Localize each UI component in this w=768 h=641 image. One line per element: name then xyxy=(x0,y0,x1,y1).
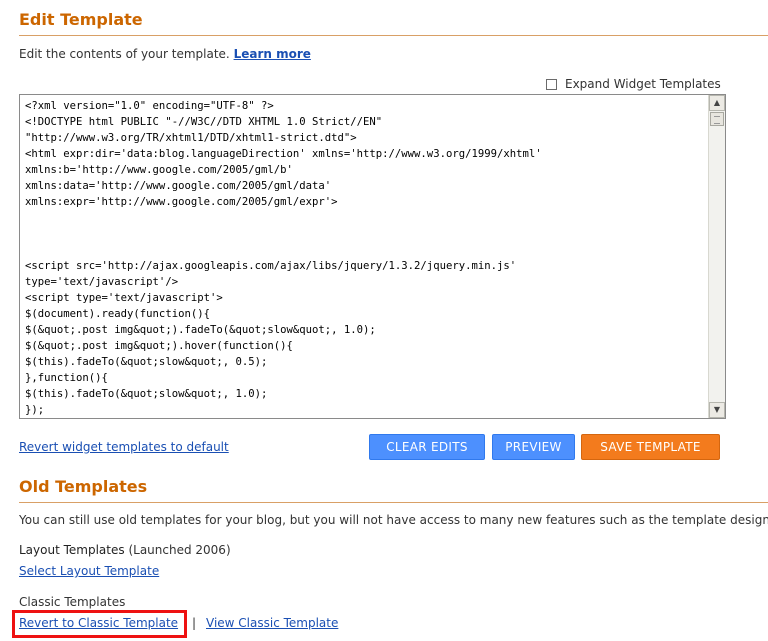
clear-edits-button[interactable]: CLEAR EDITS xyxy=(369,434,485,460)
expand-widget-templates-label: Expand Widget Templates xyxy=(565,77,721,91)
preview-button[interactable]: PREVIEW xyxy=(492,434,575,460)
revert-widget-templates-link[interactable]: Revert widget templates to default xyxy=(19,440,229,454)
scroll-up-icon[interactable]: ▲ xyxy=(709,95,725,111)
learn-more-link[interactable]: Learn more xyxy=(234,47,311,61)
scroll-down-icon[interactable]: ▼ xyxy=(709,402,725,418)
layout-templates-row: Layout Templates (Launched 2006) xyxy=(19,543,231,557)
old-templates-divider xyxy=(19,502,768,503)
edit-template-title: Edit Template xyxy=(19,10,143,29)
revert-widget-row: Revert widget templates to default xyxy=(19,440,229,454)
expand-widget-templates-row[interactable]: Expand Widget Templates xyxy=(546,76,721,92)
template-code-editor[interactable]: <?xml version="1.0" encoding="UTF-8" ?> … xyxy=(19,94,726,419)
revert-classic-row: Revert to Classic Template xyxy=(19,616,178,630)
layout-templates-label: Layout Templates xyxy=(19,543,125,557)
editor-scrollbar[interactable]: ▲ ▼ xyxy=(708,95,725,418)
revert-to-classic-template-link[interactable]: Revert to Classic Template xyxy=(19,616,178,630)
classic-templates-label: Classic Templates xyxy=(19,595,126,609)
link-separator: | xyxy=(192,616,197,630)
layout-templates-launched: (Launched 2006) xyxy=(128,543,231,557)
select-layout-row: Select Layout Template xyxy=(19,564,159,578)
save-template-button[interactable]: SAVE TEMPLATE xyxy=(581,434,720,460)
edit-template-description-row: Edit the contents of your template. Lear… xyxy=(19,47,311,61)
edit-template-description: Edit the contents of your template. xyxy=(19,47,230,61)
old-templates-title: Old Templates xyxy=(19,477,148,496)
expand-widget-templates-checkbox[interactable] xyxy=(546,78,557,90)
edit-template-divider xyxy=(19,35,768,36)
old-templates-description: You can still use old templates for your… xyxy=(19,513,768,527)
view-classic-template-link[interactable]: View Classic Template xyxy=(206,616,338,630)
scroll-thumb[interactable] xyxy=(710,112,724,126)
view-classic-row: View Classic Template xyxy=(206,616,338,630)
template-code-text[interactable]: <?xml version="1.0" encoding="UTF-8" ?> … xyxy=(25,98,705,418)
select-layout-template-link[interactable]: Select Layout Template xyxy=(19,564,159,578)
